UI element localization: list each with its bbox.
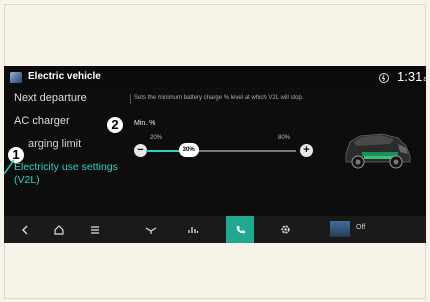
top-bar: Electric vehicle 1:31am — [4, 66, 426, 88]
ev-app-icon — [10, 72, 22, 83]
annotation-pointer — [3, 159, 15, 175]
audio-button[interactable] — [182, 216, 204, 243]
back-button[interactable] — [14, 216, 36, 243]
home-button[interactable] — [48, 216, 70, 243]
menu-label: Electricity use settings (V2L) — [14, 161, 118, 186]
settings-menu: Next departure AC charger arging limit E… — [14, 92, 124, 197]
car-image — [345, 133, 411, 169]
bottom-bar: Off — [4, 216, 426, 243]
menu-label: arging limit — [28, 138, 82, 150]
tick-max: 80% — [278, 135, 291, 141]
menu-label: AC charger — [14, 115, 70, 127]
menu-button[interactable] — [84, 216, 106, 243]
clock-suffix: am — [423, 76, 426, 83]
menu-item-v2l-settings[interactable]: Electricity use settings (V2L) — [14, 161, 124, 187]
ev-button[interactable] — [226, 216, 254, 243]
slider-fill — [146, 150, 179, 152]
ev-phone-icon — [236, 226, 245, 234]
clock: 1:31am — [397, 69, 426, 84]
menu-item-next-departure[interactable]: Next departure — [14, 92, 124, 105]
annotation-marker-2: 2 — [107, 117, 123, 133]
charging-status-icon — [379, 73, 389, 83]
media-thumbnail[interactable] — [330, 221, 350, 237]
min-percent-label: Min. % — [134, 120, 156, 127]
media-status: Off — [356, 224, 366, 231]
fan-icon — [145, 226, 157, 234]
slider-track[interactable] — [146, 150, 296, 152]
infotainment-screen: Electric vehicle 1:31am Next departure A… — [4, 66, 426, 243]
menu-label: Next departure — [14, 92, 87, 104]
settings-icon — [280, 225, 290, 234]
app-title: Electric vehicle — [28, 71, 101, 82]
home-icon — [54, 224, 64, 235]
back-icon — [22, 225, 28, 234]
clock-time: 1:31 — [397, 69, 423, 84]
climate-button[interactable] — [140, 216, 162, 243]
menu-item-charging-limit[interactable]: arging limit — [14, 138, 124, 151]
setting-description: Sets the minimum battery charge % level … — [134, 95, 304, 101]
divider — [130, 94, 131, 104]
settings-button[interactable] — [274, 216, 296, 243]
equalizer-icon — [188, 227, 198, 233]
increase-button[interactable]: + — [300, 144, 313, 157]
menu-icon — [91, 225, 99, 234]
slider-thumb[interactable]: 30% — [178, 143, 199, 157]
tick-min: 20% — [150, 135, 163, 141]
